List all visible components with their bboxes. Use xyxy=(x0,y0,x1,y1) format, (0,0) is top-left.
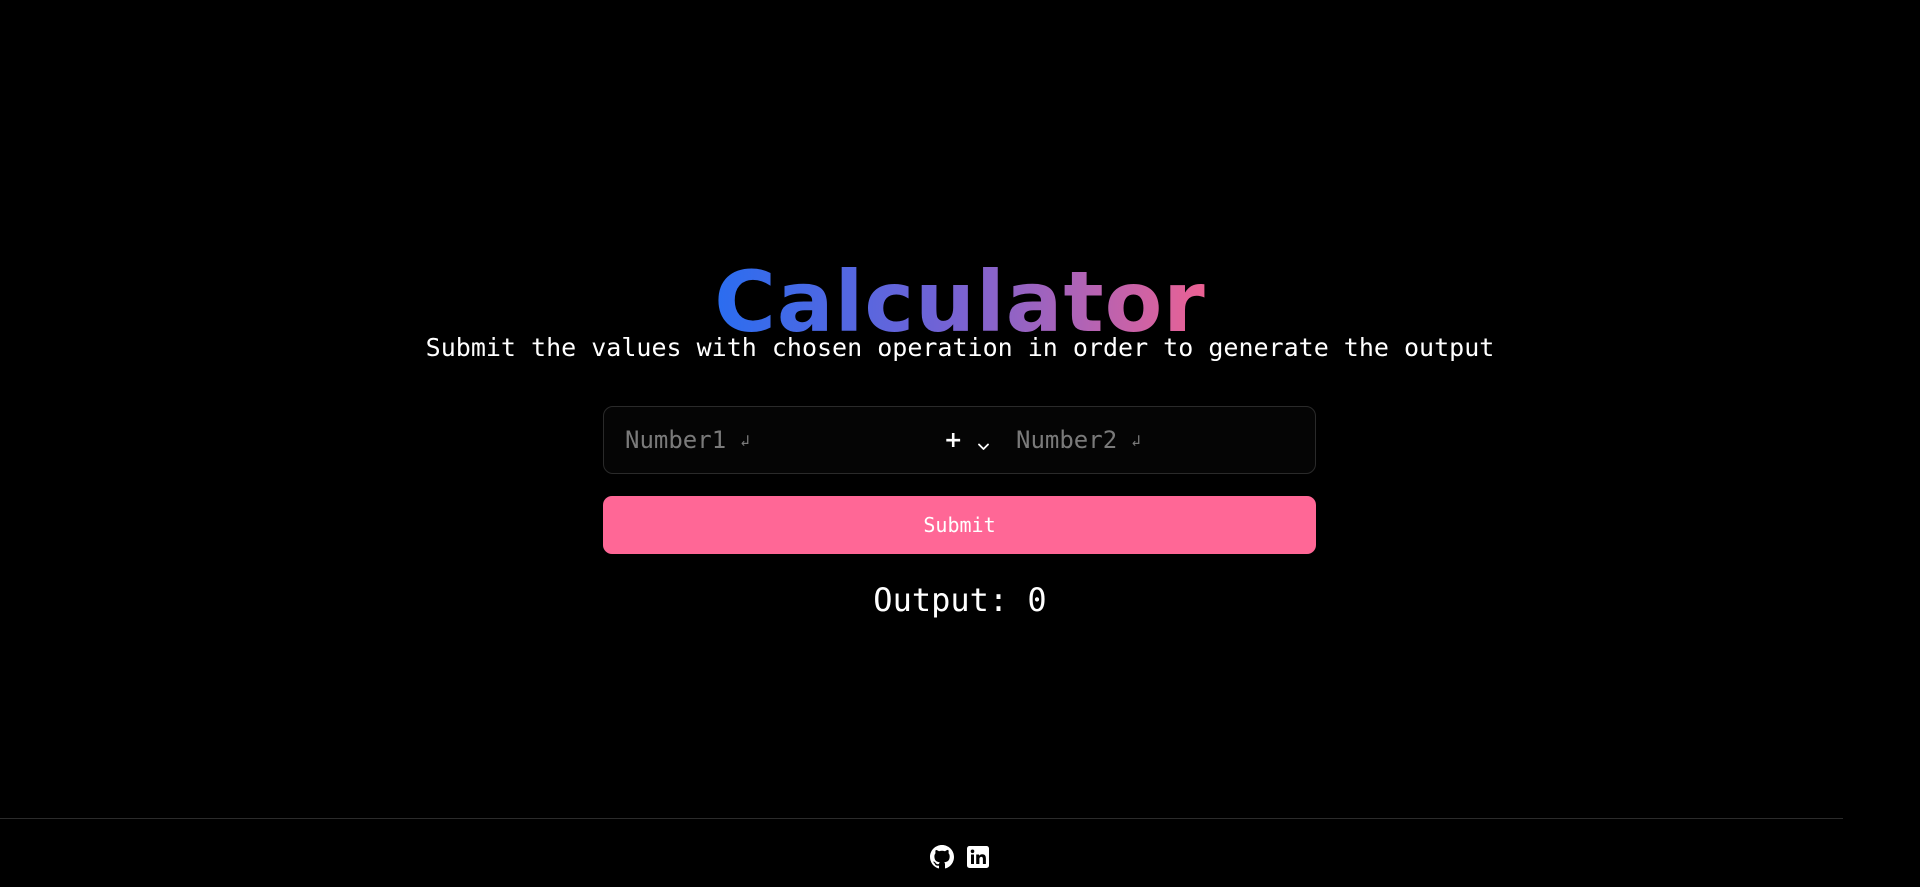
github-icon[interactable] xyxy=(930,845,954,869)
submit-button[interactable]: Submit xyxy=(603,496,1316,554)
operation-selected-value: + xyxy=(944,427,963,453)
number1-input[interactable]: Number1 ↲ xyxy=(625,407,750,473)
operation-select[interactable]: + xyxy=(944,407,990,473)
calculator-input-group: Number1 ↲ + Number2 ↲ xyxy=(603,406,1316,474)
number1-placeholder: Number1 xyxy=(625,426,727,454)
linkedin-icon[interactable] xyxy=(966,845,990,869)
output-label: Output: xyxy=(873,581,1009,619)
output-value: 0 xyxy=(1027,581,1047,619)
footer-social-links xyxy=(0,845,1920,869)
enter-icon: ↲ xyxy=(1131,430,1141,450)
number2-placeholder: Number2 xyxy=(1016,426,1118,454)
footer-divider xyxy=(0,818,1843,819)
number2-input[interactable]: Number2 ↲ xyxy=(1016,407,1141,473)
chevron-down-icon xyxy=(978,436,990,450)
output-display: Output: 0 xyxy=(0,580,1920,620)
enter-icon: ↲ xyxy=(740,430,750,450)
instructions-text: Submit the values with chosen operation … xyxy=(425,333,1495,362)
submit-button-label: Submit xyxy=(923,513,996,537)
